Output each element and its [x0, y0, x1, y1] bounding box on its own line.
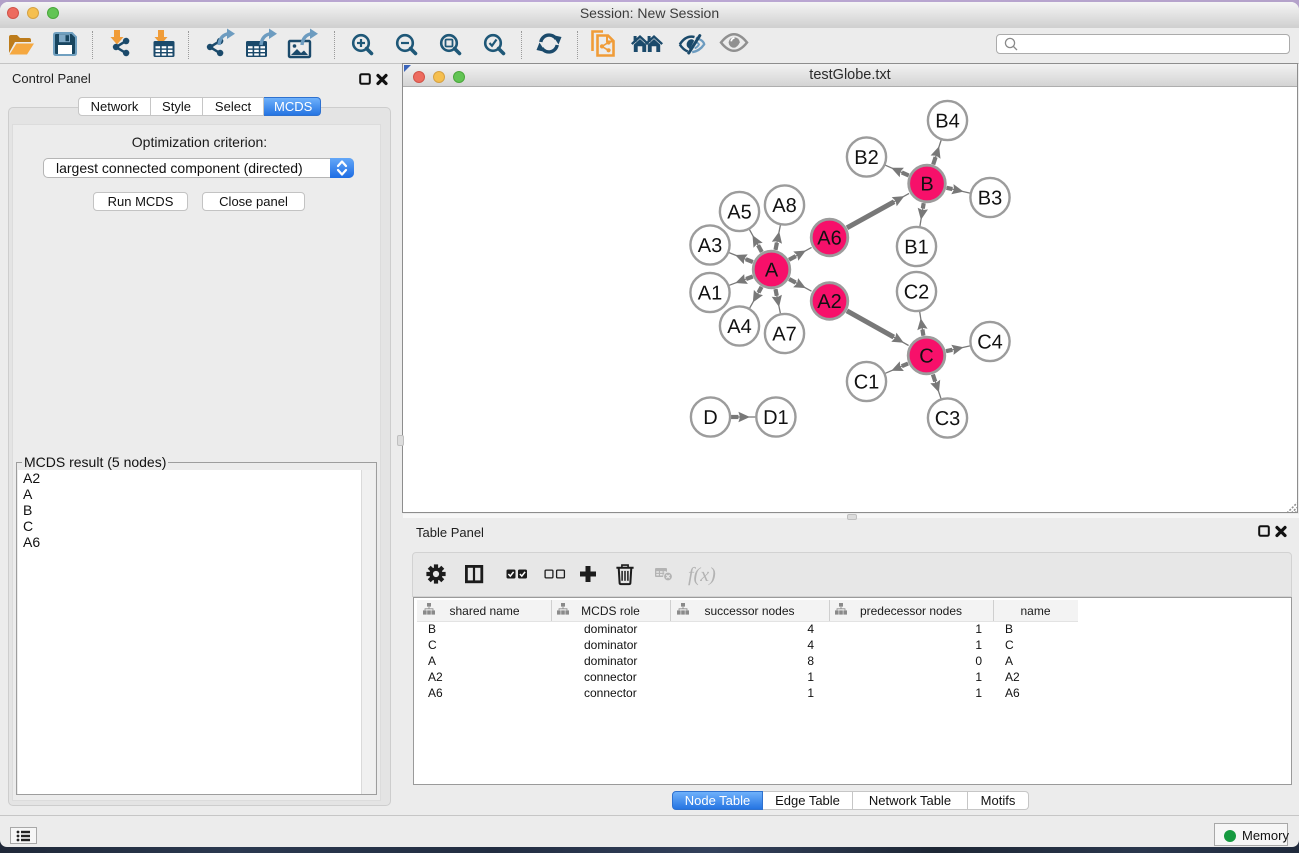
svg-text:D: D	[703, 407, 717, 429]
svg-text:B: B	[920, 174, 933, 196]
svg-text:C2: C2	[904, 282, 930, 304]
svg-text:A5: A5	[727, 202, 751, 224]
svg-text:A: A	[765, 260, 779, 282]
svg-text:B3: B3	[978, 188, 1002, 210]
svg-text:A2: A2	[817, 291, 841, 313]
svg-text:B2: B2	[854, 147, 878, 169]
svg-text:C3: C3	[935, 408, 961, 430]
svg-text:C: C	[919, 346, 933, 368]
svg-text:C4: C4	[977, 332, 1003, 354]
svg-text:C1: C1	[854, 372, 880, 394]
svg-text:A6: A6	[817, 228, 841, 250]
svg-text:B4: B4	[935, 111, 959, 133]
svg-text:A3: A3	[698, 235, 722, 257]
svg-text:A1: A1	[698, 283, 722, 305]
svg-text:A7: A7	[772, 324, 796, 346]
svg-text:D1: D1	[763, 407, 789, 429]
svg-text:B1: B1	[904, 237, 928, 259]
svg-text:A4: A4	[727, 316, 751, 338]
svg-text:f(x): f(x)	[688, 564, 716, 586]
svg-text:A8: A8	[772, 195, 796, 217]
